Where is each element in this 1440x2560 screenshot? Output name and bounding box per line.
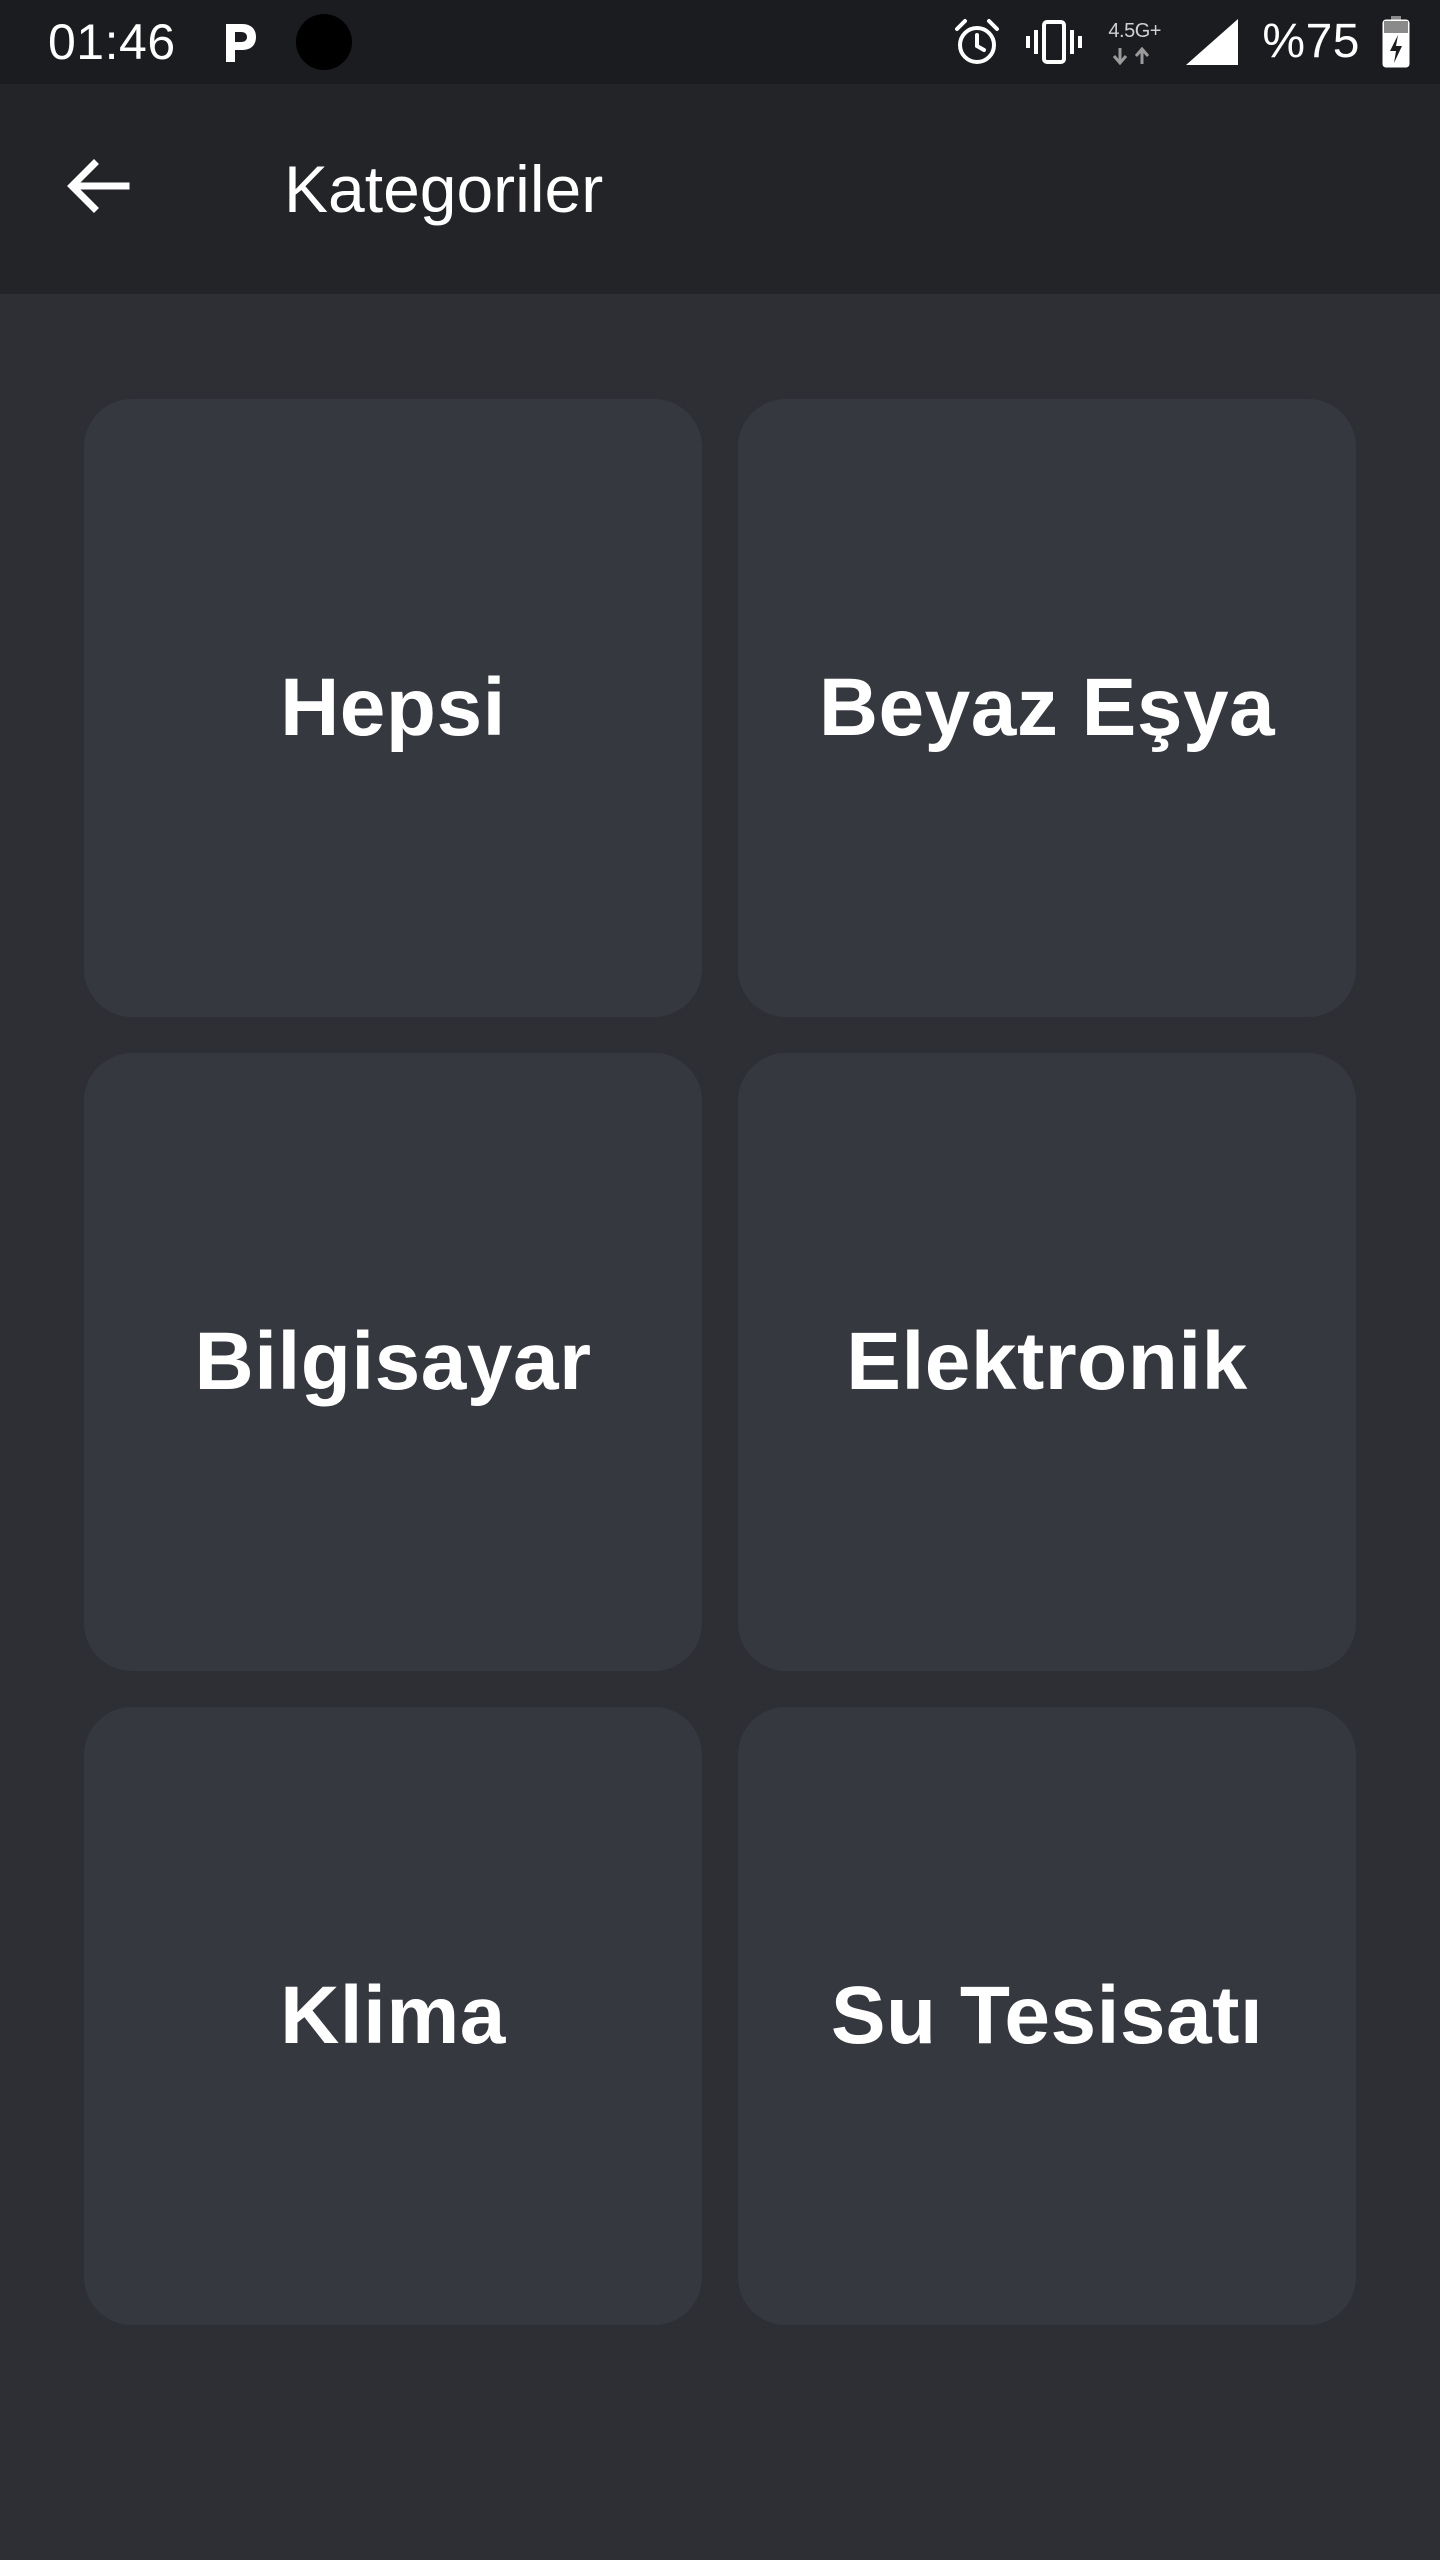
- page-title: Kategoriler: [284, 152, 604, 226]
- network-type: 4.5G+: [1108, 20, 1161, 42]
- category-label: Klima: [280, 1970, 506, 2061]
- category-grid: Hepsi Beyaz Eşya Bilgisayar Elektronik K…: [84, 399, 1356, 2325]
- camera-cutout-icon: [296, 14, 352, 70]
- category-label: Beyaz Eşya: [818, 662, 1276, 753]
- signal-icon: [1184, 17, 1240, 67]
- network-icon: 4.5G+: [1106, 14, 1162, 70]
- app-bar: Kategoriler: [0, 84, 1440, 294]
- vibrate-icon: [1024, 17, 1084, 67]
- category-label: Su Tesisatı: [830, 1970, 1264, 2061]
- category-tile-hepsi[interactable]: Hepsi: [84, 399, 702, 1017]
- alarm-icon: [952, 17, 1002, 67]
- category-label: Elektronik: [846, 1316, 1248, 1407]
- category-tile-su-tesisati[interactable]: Su Tesisatı: [738, 1707, 1356, 2325]
- category-label: Hepsi: [280, 662, 506, 753]
- category-tile-bilgisayar[interactable]: Bilgisayar: [84, 1053, 702, 1671]
- status-time: 01:46: [48, 14, 176, 70]
- arrow-left-icon: [66, 158, 130, 219]
- parking-icon: [220, 18, 260, 66]
- category-tile-elektronik[interactable]: Elektronik: [738, 1053, 1356, 1671]
- category-tile-klima[interactable]: Klima: [84, 1707, 702, 2325]
- category-tile-beyaz-esya[interactable]: Beyaz Eşya: [738, 399, 1356, 1017]
- category-label: Bilgisayar: [194, 1316, 592, 1407]
- battery-percent: %75: [1262, 15, 1360, 68]
- back-button[interactable]: [50, 140, 146, 236]
- status-icons: 4.5G+ %75: [952, 10, 1410, 74]
- battery-charging-icon: [1382, 16, 1410, 68]
- status-bar: 01:46 4.5G+ %75: [0, 0, 1440, 84]
